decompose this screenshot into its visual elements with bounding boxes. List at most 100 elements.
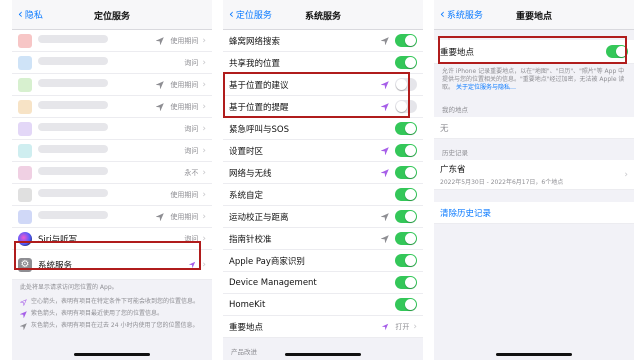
app-location-value: 询问 [184,146,199,155]
services-list: 蜂窝网络搜索 共享我的位置 基于位置的建议 基于位置的提醒 紧急呼叫与SOS 设置时区 网络… [223,30,423,316]
legend-note: 紫色箭头，表明有项目最近使用了您的位置信息。 [12,308,212,320]
app-row[interactable]: 询问 › [12,52,212,74]
service-label: 网络与无线 [229,168,272,179]
app-row[interactable]: 使用期间 › [12,96,212,118]
back-button[interactable]: ‹ 系统服务 [440,8,483,21]
service-toggle[interactable] [395,122,417,135]
service-toggle[interactable] [395,254,417,267]
service-row: 设置时区 [223,140,423,162]
service-label: 运动校正与距离 [229,212,289,223]
chevron-right-icon: › [202,57,206,68]
app-location-value: 使用期间 [170,36,199,45]
location-arrow-icon [188,261,196,269]
location-services-screen: ‹ 隐私 定位服务 使用期间 › 询问 › 使用期间 › 使用期间 › 询问 › 询问 › 永不 › 使用期… [12,0,212,360]
app-row[interactable]: 询问 › [12,140,212,162]
chevron-right-icon: › [202,123,206,134]
chevron-right-icon: › [202,167,206,178]
service-row: 运动校正与距离 [223,206,423,228]
service-row: HomeKit [223,294,423,316]
location-arrow-icon [156,36,165,45]
service-row: Device Management [223,272,423,294]
service-label: 紧急呼叫与SOS [229,124,289,135]
service-label: 系统自定 [229,190,264,201]
service-toggle[interactable] [395,34,417,47]
app-name-blurred [38,167,184,178]
service-toggle[interactable] [395,276,417,289]
app-icon [18,209,32,224]
service-label: Device Management [229,277,317,288]
service-row: 基于位置的提醒 [223,96,423,118]
app-icon [18,121,32,136]
service-toggle[interactable] [395,78,417,91]
significant-locations-row[interactable]: 重要地点 打开 › [223,316,423,338]
service-toggle[interactable] [395,298,417,311]
service-toggle[interactable] [395,188,417,201]
app-name-blurred [38,79,156,90]
service-toggle[interactable] [395,144,417,157]
chevron-right-icon: › [202,259,206,270]
siri-label: Siri与听写 [38,234,78,245]
app-icon [18,187,32,202]
chevron-right-icon: › [202,101,206,112]
service-row: 共享我的位置 [223,52,423,74]
app-row[interactable]: 使用期间 › [12,74,212,96]
app-icon [18,165,32,180]
back-button[interactable]: ‹ 定位服务 [229,8,272,21]
location-arrow-icon [20,299,27,306]
legend-note: 灰色箭头，表明有项目在过去 24 小时内使用了您的位置信息。 [12,320,212,332]
service-toggle[interactable] [395,210,417,223]
chevron-right-icon: › [413,321,417,332]
app-list: 使用期间 › 询问 › 使用期间 › 使用期间 › 询问 › 询问 › 永不 › 使用期间 › 使用期间 › [12,30,212,228]
location-arrow-icon [381,102,389,111]
gear-icon: ⚙ [18,257,32,272]
app-row[interactable]: 使用期间 › [12,30,212,52]
privacy-link[interactable]: 关于定位服务与隐私… [456,84,516,91]
system-services-screen: ‹ 定位服务 系统服务 蜂窝网络搜索 共享我的位置 基于位置的建议 基于位置的提醒 紧急… [223,0,423,360]
history-subtitle: 2022年5月30日 - 2022年6月17日，6个地点 [440,179,564,186]
app-name-blurred [38,211,156,222]
service-toggle[interactable] [395,56,417,69]
system-services-label: 系统服务 [38,260,73,271]
service-label: HomeKit [229,299,266,310]
app-row[interactable]: 永不 › [12,162,212,184]
significant-locations-toggle[interactable] [606,45,628,58]
home-indicator [74,353,150,356]
app-location-value: 永不 [184,168,199,177]
app-icon [18,33,32,48]
back-button[interactable]: ‹ 隐私 [18,8,43,21]
app-row[interactable]: 使用期间 › [12,184,212,206]
chevron-right-icon: › [202,233,206,244]
section-header: 我的地点 [442,106,468,114]
app-name-blurred [38,101,156,112]
legend-note: 空心箭头，表明有项目在特定条件下可能会收到您的位置信息。 [12,296,212,308]
app-icon [18,55,32,70]
location-arrow-icon [20,311,27,318]
service-row: 指南针校准 [223,228,423,250]
location-arrow-icon [381,80,389,89]
app-row[interactable]: 使用期间 › [12,206,212,228]
app-name-blurred [38,57,184,68]
app-row[interactable]: 询问 › [12,118,212,140]
system-services-row[interactable]: ⚙ 系统服务 › [12,250,212,280]
back-label: 定位服务 [235,11,272,21]
service-label: 设置时区 [229,146,264,157]
location-arrow-icon [381,146,389,155]
siri-row[interactable]: Siri与听写 询问 › [12,228,212,250]
service-row: 紧急呼叫与SOS [223,118,423,140]
service-label: 共享我的位置 [229,58,281,69]
none-label: 无 [440,123,449,134]
history-row[interactable]: 广东省 2022年5月30日 - 2022年6月17日，6个地点 › [434,160,634,190]
chevron-right-icon: › [202,145,206,156]
service-toggle[interactable] [395,100,417,113]
back-label: 系统服务 [446,11,483,21]
clear-history-button[interactable]: 清除历史记录 [434,202,634,224]
service-toggle[interactable] [395,166,417,179]
service-label: 基于位置的提醒 [229,102,289,113]
chevron-left-icon: ‹ [18,7,23,21]
nav-bar: ‹ 定位服务 系统服务 [223,0,423,30]
app-icon [18,99,32,114]
service-label: Apple Pay商家识别 [229,256,305,267]
app-location-value: 使用期间 [170,102,199,111]
service-toggle[interactable] [395,232,417,245]
app-location-value: 使用期间 [170,80,199,89]
